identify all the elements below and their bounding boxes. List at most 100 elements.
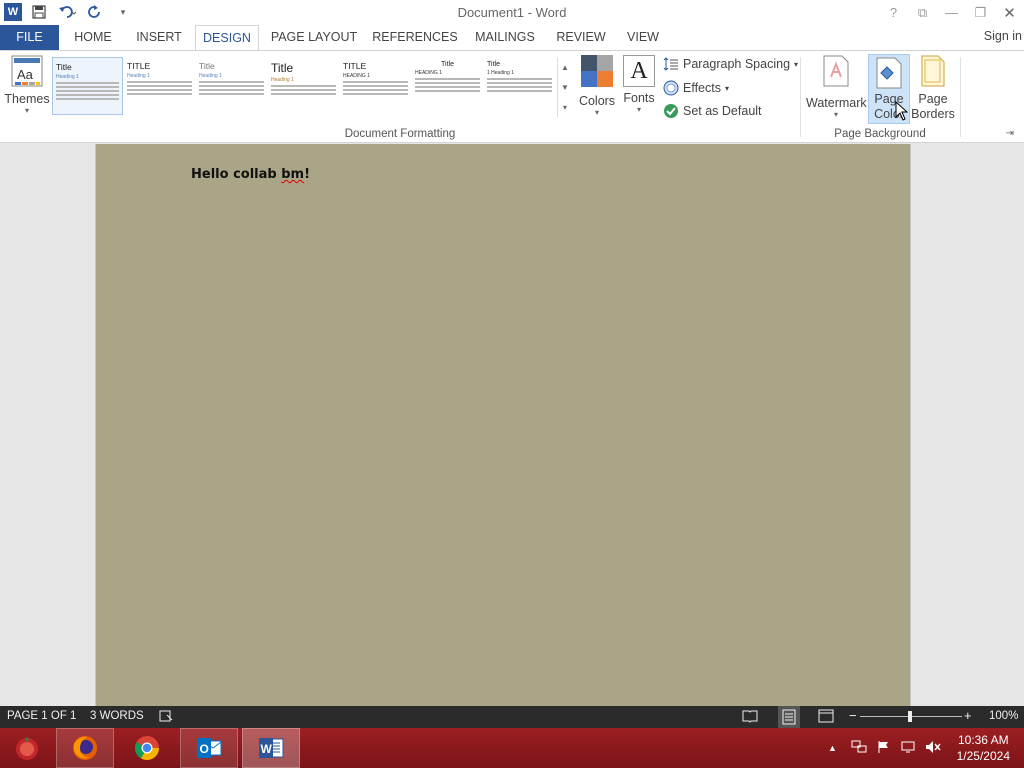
watermark-dropdown-icon: ▾ xyxy=(833,110,838,119)
gallery-scrollbar[interactable]: ▲ ▼ ▾ xyxy=(557,57,572,117)
title-bar: W ▾ Document1 - Word ? ⧉ — ❐ ✕ xyxy=(0,0,1024,25)
action-center-flag-icon[interactable] xyxy=(877,740,891,757)
misspelled-word[interactable]: bm xyxy=(281,167,304,182)
style-set-title: TITLE xyxy=(127,61,151,71)
page-count[interactable]: PAGE 1 OF 1 xyxy=(7,710,76,722)
svg-text:W: W xyxy=(261,742,273,756)
network-icon[interactable] xyxy=(851,740,867,757)
set-as-default-label: Set as Default xyxy=(683,104,762,118)
style-set-thumbnail[interactable]: Title Heading 1 xyxy=(268,57,339,115)
paragraph-spacing-icon xyxy=(663,57,678,71)
colors-icon xyxy=(581,55,613,87)
page-background-group-label: Page Background xyxy=(834,128,926,140)
tab-references[interactable]: REFERENCES xyxy=(372,25,458,50)
colors-label: Colors xyxy=(578,94,616,108)
gallery-more-icon[interactable]: ▾ xyxy=(558,97,572,117)
web-layout-icon[interactable] xyxy=(818,709,834,726)
style-set-thumbnail[interactable]: Title HEADING 1 xyxy=(412,57,483,115)
zoom-out-button[interactable]: − xyxy=(849,708,857,723)
start-icon[interactable] xyxy=(0,728,54,768)
tab-design[interactable]: DESIGN xyxy=(195,25,259,51)
svg-text:Aa: Aa xyxy=(17,67,34,82)
fonts-button[interactable]: A Fonts ▾ xyxy=(619,55,659,114)
style-set-title: Title xyxy=(441,61,454,68)
chrome-icon[interactable] xyxy=(118,728,176,768)
page-borders-button[interactable]: Page Borders xyxy=(911,55,955,122)
paragraph-spacing-button[interactable]: Paragraph Spacing ▾ xyxy=(663,57,798,71)
themes-button[interactable]: Aa Themes ▾ xyxy=(4,55,50,115)
show-hidden-icons-icon[interactable]: ▲ xyxy=(828,743,837,753)
page-borders-label: Page xyxy=(918,92,948,106)
window-title: Document1 - Word xyxy=(457,5,567,20)
restore-button[interactable]: ❐ xyxy=(966,0,995,25)
tab-page-layout[interactable]: PAGE LAYOUT xyxy=(268,25,360,50)
colors-button[interactable]: Colors ▾ xyxy=(577,55,617,117)
style-set-heading: Heading 1 xyxy=(56,74,79,80)
word-count[interactable]: 3 WORDS xyxy=(90,710,144,722)
themes-icon: Aa xyxy=(11,55,43,87)
tab-home[interactable]: HOME xyxy=(66,25,120,50)
ribbon-display-options-button[interactable]: ⧉ xyxy=(908,0,937,25)
document-text: Hello collab xyxy=(191,167,282,182)
print-layout-icon[interactable] xyxy=(778,706,800,728)
style-set-thumbnail[interactable]: TITLE Heading 1 xyxy=(124,57,195,115)
document-page[interactable]: Hello collab bm! xyxy=(95,144,911,706)
zoom-in-button[interactable]: + xyxy=(964,708,972,723)
minimize-button[interactable]: — xyxy=(937,0,966,25)
paragraph-spacing-dropdown-icon: ▾ xyxy=(794,59,799,69)
tab-file[interactable]: FILE xyxy=(0,25,59,50)
checkmark-icon xyxy=(664,104,678,118)
svg-text:O: O xyxy=(200,742,209,756)
page-borders-label-line2: Borders xyxy=(911,107,955,121)
firefox-icon[interactable] xyxy=(56,728,114,768)
outlook-icon[interactable]: O xyxy=(180,728,238,768)
style-set-thumbnail[interactable]: Title 1 Heading 1 xyxy=(484,57,555,115)
tab-review[interactable]: REVIEW xyxy=(554,25,608,50)
style-set-heading: Heading 1 xyxy=(127,73,150,79)
style-set-thumbnail[interactable]: Title Heading 1 xyxy=(52,57,123,115)
style-set-heading: Heading 1 xyxy=(271,77,294,83)
pin-ribbon-icon[interactable]: ⇥ xyxy=(1006,128,1014,139)
sign-in-link[interactable]: Sign in xyxy=(984,29,1022,43)
document-formatting-group-label: Document Formatting xyxy=(344,128,456,140)
proofing-icon[interactable] xyxy=(159,709,173,726)
style-set-heading: 1 Heading 1 xyxy=(487,70,514,76)
fonts-label: Fonts xyxy=(623,91,655,105)
style-set-thumbnail[interactable]: Title Heading 1 xyxy=(196,57,267,115)
zoom-level[interactable]: 100% xyxy=(989,710,1018,722)
effects-button[interactable]: Effects ▾ xyxy=(663,80,729,96)
themes-label: Themes xyxy=(4,92,50,106)
scroll-up-icon[interactable]: ▲ xyxy=(558,57,572,77)
style-set-heading: HEADING 1 xyxy=(343,73,370,79)
style-set-title: Title xyxy=(56,62,72,72)
watermark-button[interactable]: Watermark ▾ xyxy=(806,55,867,119)
zoom-slider-thumb[interactable] xyxy=(908,711,912,722)
close-button[interactable]: ✕ xyxy=(995,0,1024,25)
help-button[interactable]: ? xyxy=(879,0,908,25)
tab-view[interactable]: VIEW xyxy=(621,25,665,50)
window-controls: ? ⧉ — ❐ ✕ xyxy=(879,0,1024,25)
page-color-icon xyxy=(876,57,902,89)
fonts-icon: A xyxy=(623,55,655,87)
tab-mailings[interactable]: MAILINGS xyxy=(470,25,540,50)
clock[interactable]: 10:36 AM 1/25/2024 xyxy=(957,732,1010,764)
fonts-dropdown-icon: ▾ xyxy=(636,105,641,114)
effects-icon xyxy=(663,80,679,96)
display-icon[interactable] xyxy=(901,740,915,757)
scroll-down-icon[interactable]: ▼ xyxy=(558,77,572,97)
group-separator xyxy=(960,57,961,137)
watermark-icon xyxy=(823,55,849,87)
document-body-text[interactable]: Hello collab bm! xyxy=(191,167,310,182)
effects-label: Effects xyxy=(683,81,721,95)
word-icon[interactable]: W xyxy=(242,728,300,768)
document-area: Hello collab bm! xyxy=(0,144,1024,706)
tab-insert[interactable]: INSERT xyxy=(131,25,187,50)
paragraph-spacing-label: Paragraph Spacing xyxy=(683,57,791,71)
read-mode-icon[interactable] xyxy=(742,709,758,726)
volume-muted-icon[interactable] xyxy=(925,740,941,757)
colors-dropdown-icon: ▾ xyxy=(594,108,599,117)
set-as-default-button[interactable]: Set as Default xyxy=(663,103,762,119)
clock-time: 10:36 AM xyxy=(957,733,1009,747)
group-separator xyxy=(800,57,801,137)
style-set-thumbnail[interactable]: TITLE HEADING 1 xyxy=(340,57,411,115)
